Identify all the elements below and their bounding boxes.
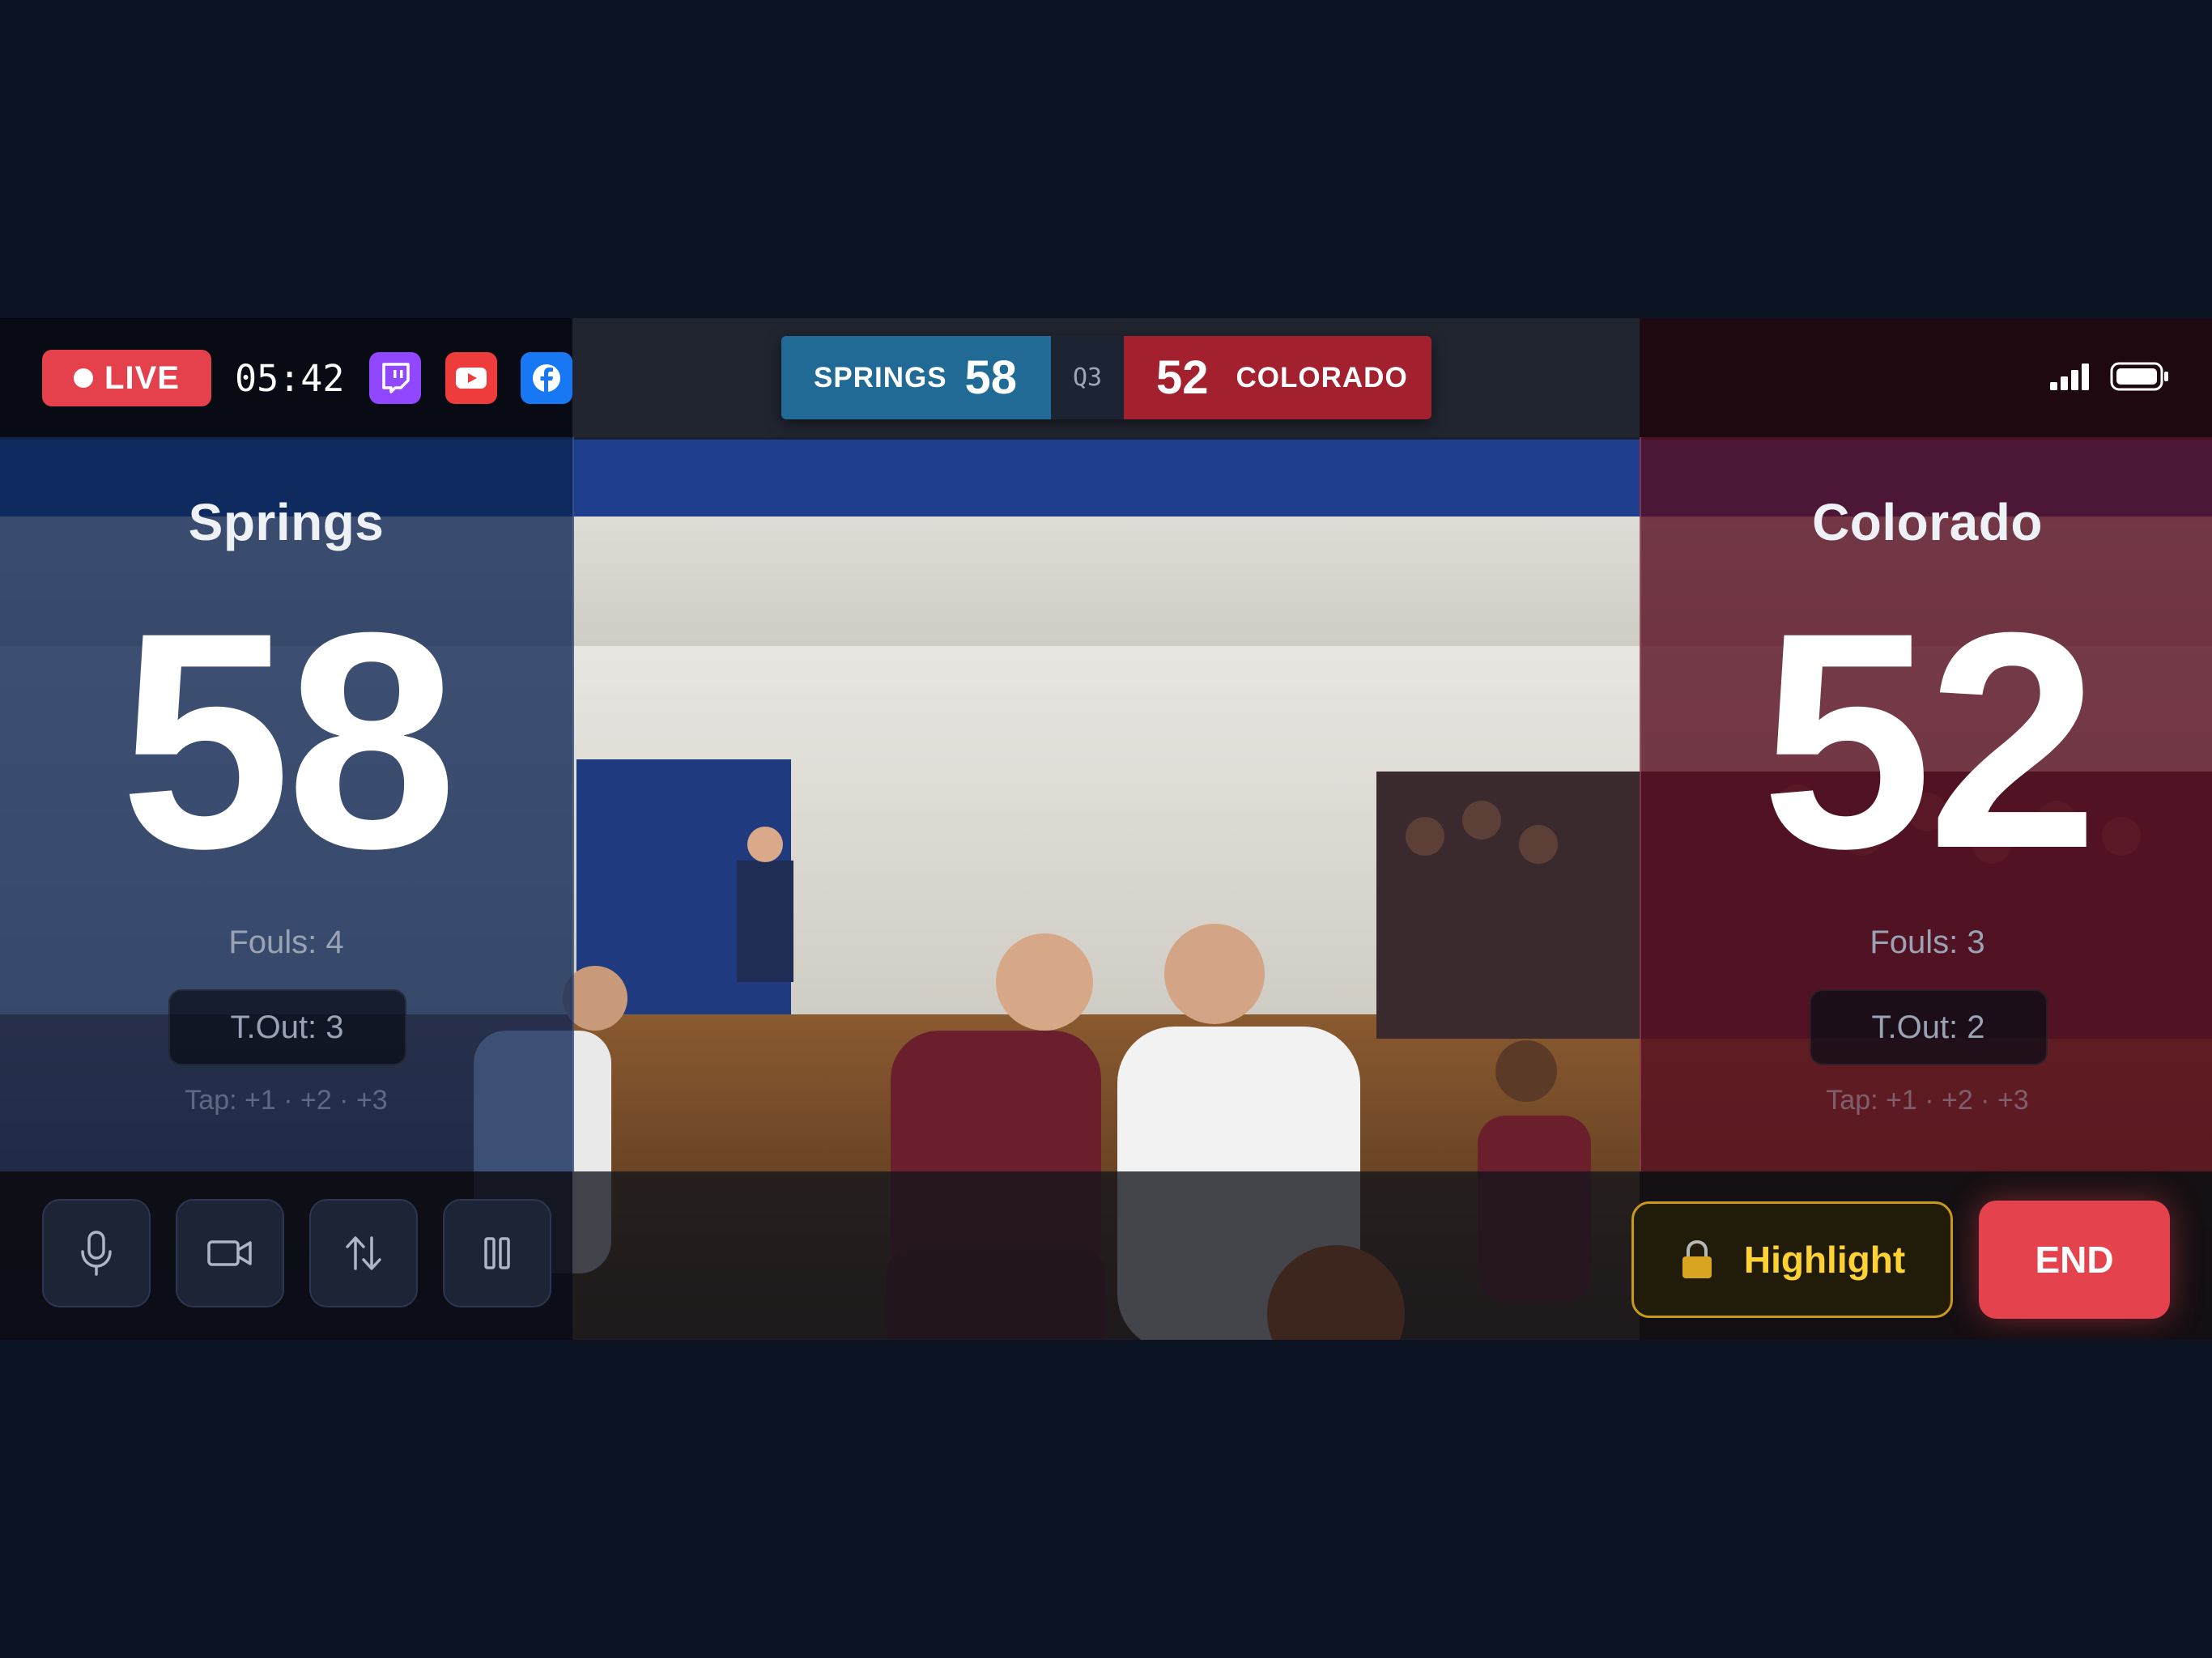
microphone-button[interactable] bbox=[42, 1199, 151, 1307]
home-team-panel[interactable]: Springs 58 Fouls: 4 T.Out: 3 Tap: +1 · +… bbox=[0, 437, 574, 1171]
swap-sides-button[interactable] bbox=[309, 1199, 418, 1307]
microphone-icon bbox=[81, 1231, 112, 1276]
scorebug-period: Q3 bbox=[1051, 336, 1124, 419]
live-badge: LIVE bbox=[42, 350, 211, 406]
live-label: LIVE bbox=[104, 359, 180, 396]
home-fouls: Fouls: 4 bbox=[228, 925, 344, 960]
battery-icon bbox=[2110, 362, 2168, 391]
stream-status-bar: LIVE 05:42 bbox=[0, 318, 572, 437]
camera-button[interactable] bbox=[176, 1199, 284, 1307]
scorebug-away-name: COLORADO bbox=[1236, 361, 1408, 393]
away-fouls: Fouls: 3 bbox=[1870, 925, 1985, 960]
end-stream-button[interactable]: END bbox=[1979, 1201, 2170, 1319]
pause-icon bbox=[484, 1237, 510, 1269]
home-tap-hint: Tap: +1 · +2 · +3 bbox=[185, 1085, 388, 1116]
pause-button[interactable] bbox=[443, 1199, 551, 1307]
device-status-bar bbox=[1640, 318, 2212, 437]
youtube-icon[interactable] bbox=[445, 352, 497, 404]
control-bar bbox=[0, 1171, 572, 1340]
home-timeout-button[interactable]: T.Out: 3 bbox=[168, 989, 406, 1065]
scorebug-home-name: SPRINGS bbox=[814, 361, 947, 393]
home-score[interactable]: 58 bbox=[0, 587, 572, 895]
lock-icon bbox=[1682, 1239, 1712, 1278]
facebook-glyph-icon bbox=[533, 364, 560, 392]
home-team-name: Springs bbox=[188, 493, 385, 551]
scorebug-away-score: 52 bbox=[1156, 351, 1209, 404]
control-bar-center bbox=[572, 1171, 1640, 1340]
swap-icon bbox=[346, 1236, 381, 1270]
broadcast-app: Springs 58 Fouls: 4 T.Out: 3 Tap: +1 · +… bbox=[0, 318, 2212, 1340]
live-dot-icon bbox=[74, 368, 94, 388]
away-team-panel[interactable]: Colorado 52 Fouls: 3 T.Out: 2 Tap: +1 · … bbox=[1640, 437, 2212, 1171]
end-label: END bbox=[2035, 1239, 2114, 1281]
scorebug-away: 52 COLORADO bbox=[1124, 336, 1431, 419]
camera-icon bbox=[207, 1240, 252, 1266]
signal-icon bbox=[2050, 363, 2089, 390]
youtube-glyph-icon bbox=[456, 368, 487, 389]
away-score[interactable]: 52 bbox=[1641, 587, 2212, 895]
away-tap-hint: Tap: +1 · +2 · +3 bbox=[1826, 1085, 2029, 1116]
facebook-icon[interactable] bbox=[521, 352, 572, 404]
twitch-icon[interactable] bbox=[369, 352, 421, 404]
stream-timer: 05:42 bbox=[235, 357, 345, 400]
device-status bbox=[2050, 362, 2170, 391]
highlight-button[interactable]: Highlight bbox=[1631, 1201, 1953, 1318]
scorebug: SPRINGS 58 Q3 52 COLORADO bbox=[781, 336, 1431, 419]
scorebug-bar: SPRINGS 58 Q3 52 COLORADO bbox=[572, 318, 1640, 437]
away-team-name: Colorado bbox=[1812, 493, 2043, 551]
away-timeout-button[interactable]: T.Out: 2 bbox=[1809, 989, 2048, 1065]
scorebug-home-score: 58 bbox=[964, 351, 1018, 404]
twitch-glyph-icon bbox=[382, 363, 410, 393]
highlight-label: Highlight bbox=[1743, 1239, 1906, 1281]
scorebug-home: SPRINGS 58 bbox=[781, 336, 1051, 419]
